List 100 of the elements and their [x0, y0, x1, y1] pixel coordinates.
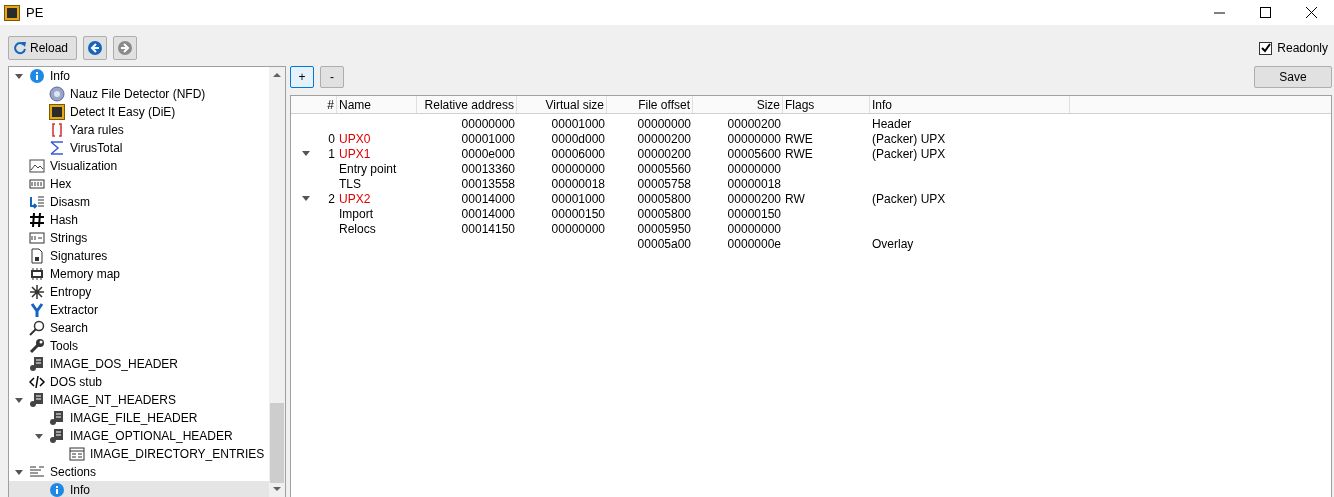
document-icon	[29, 248, 45, 264]
table-cell: 00000150	[727, 206, 781, 221]
tree-item[interactable]: IMAGE_DIRECTORY_ENTRIES	[69, 445, 269, 463]
table-cell: 00000018	[551, 176, 605, 191]
table-cell: 00000200	[727, 191, 781, 206]
column-header[interactable]: Flags	[783, 96, 870, 113]
table-cell: 00005758	[637, 176, 691, 191]
table-cell: 00000200	[637, 131, 691, 146]
expand-arrow-icon[interactable]	[35, 433, 43, 439]
tree-item[interactable]: IMAGE_NT_HEADERS	[29, 391, 181, 409]
tree-item[interactable]: Entropy	[29, 283, 96, 301]
table-cell: (Packer) UPX	[872, 146, 946, 161]
chip-icon	[29, 266, 45, 282]
expand-arrow-icon[interactable]	[15, 469, 23, 475]
expand-arrow-icon[interactable]	[302, 196, 310, 201]
binary-icon	[29, 176, 45, 192]
tree-item[interactable]: Tools	[29, 337, 82, 355]
checkmark-icon	[1260, 43, 1271, 53]
section-name: UPX1	[339, 146, 371, 161]
readonly-checkbox[interactable]: Readonly	[1259, 39, 1328, 57]
column-header[interactable]: Size	[693, 96, 783, 113]
table-cell: 00013558	[461, 176, 515, 191]
section-name: Relocs	[339, 221, 376, 236]
collapse-button[interactable]: -	[320, 66, 344, 88]
tree-item[interactable]: Memory map	[29, 265, 124, 283]
table-cell: 00001000	[461, 131, 515, 146]
document-icon	[49, 428, 65, 444]
image-icon	[29, 158, 45, 174]
hash-icon	[29, 212, 45, 228]
tree-item[interactable]: IMAGE_DOS_HEADER	[29, 355, 183, 373]
search-icon	[29, 320, 45, 336]
close-icon	[1305, 7, 1317, 18]
save-button[interactable]: Save	[1254, 66, 1332, 88]
document-icon	[29, 392, 45, 408]
tree-item[interactable]: Detect It Easy (DiE)	[49, 103, 180, 121]
tree-item[interactable]: Visualization	[29, 157, 122, 175]
tree-item[interactable]: Info	[29, 67, 74, 85]
tree-item[interactable]: IMAGE_OPTIONAL_HEADER	[49, 427, 237, 445]
table-cell: 1	[328, 146, 335, 161]
tree-item[interactable]: Nauz File Detector (NFD)	[49, 85, 210, 103]
text-icon	[29, 230, 45, 246]
expand-button[interactable]: +	[290, 66, 314, 88]
right-arrow-icon	[117, 40, 133, 56]
column-header[interactable]: Relative address	[417, 96, 517, 113]
table-cell: 0	[328, 131, 335, 146]
expand-arrow-icon[interactable]	[15, 397, 23, 403]
tree-item[interactable]: Info	[49, 481, 94, 497]
document-icon	[49, 410, 65, 426]
maximize-icon	[1259, 7, 1271, 18]
tree-item[interactable]: Hex	[29, 175, 76, 193]
reload-button[interactable]: Reload	[8, 36, 77, 60]
sections-icon	[29, 464, 45, 480]
table-cell: 0000e000	[461, 146, 515, 161]
expand-arrow-icon[interactable]	[302, 151, 310, 156]
refresh-icon	[13, 41, 27, 55]
tree-item[interactable]: Signatures	[29, 247, 112, 265]
brackets-icon	[49, 122, 65, 138]
info-icon	[49, 482, 65, 497]
expand-arrow-icon[interactable]	[15, 73, 23, 79]
column-header[interactable]: Name	[337, 96, 417, 113]
column-header[interactable]: File offset	[607, 96, 693, 113]
tree-item[interactable]: Search	[29, 319, 93, 337]
tree-item[interactable]: Disasm	[29, 193, 94, 211]
table-cell: 00005950	[637, 221, 691, 236]
left-arrow-icon	[87, 40, 103, 56]
table-cell: 00000200	[637, 146, 691, 161]
window-title: PE	[26, 3, 44, 22]
column-header[interactable]: Virtual size	[517, 96, 607, 113]
column-header[interactable]: #	[321, 96, 337, 113]
tree-item[interactable]: Extractor	[29, 301, 102, 319]
tree-item[interactable]: Hash	[29, 211, 82, 229]
table-cell: 00005800	[637, 191, 691, 206]
table-cell: 00005800	[637, 206, 691, 221]
section-name: UPX2	[339, 191, 371, 206]
tree-item[interactable]: Sections	[29, 463, 101, 481]
column-header[interactable]: Info	[870, 96, 1070, 113]
table-cell: (Packer) UPX	[872, 191, 946, 206]
tree-item[interactable]: IMAGE_FILE_HEADER	[49, 409, 202, 427]
table-cell: 00005a00	[637, 236, 691, 251]
table-cell: 00000200	[727, 116, 781, 131]
app-logo-icon	[49, 104, 65, 120]
table-cell: Header	[872, 116, 912, 131]
table-cell: (Packer) UPX	[872, 131, 946, 146]
tree-item[interactable]: DOS stub	[29, 373, 107, 391]
app-logo-icon	[4, 4, 20, 21]
scrollbar[interactable]	[269, 67, 285, 497]
back-button[interactable]	[83, 36, 107, 60]
scrollbar-thumb[interactable]	[270, 403, 284, 483]
table-cell: 00000018	[727, 176, 781, 191]
table-cell: 00014000	[461, 191, 515, 206]
tree-item[interactable]: VirusTotal	[49, 139, 127, 157]
sigma-icon	[49, 140, 65, 156]
table-cell: 2	[328, 191, 335, 206]
section-name: TLS	[339, 176, 361, 191]
tree-item[interactable]: Strings	[29, 229, 92, 247]
table-cell: 00013360	[461, 161, 515, 176]
table-cell: 00014150	[461, 221, 515, 236]
tree-item[interactable]: Yara rules	[49, 121, 128, 139]
table-cell: 00005600	[727, 146, 781, 161]
table-cell: 00000000	[551, 221, 605, 236]
